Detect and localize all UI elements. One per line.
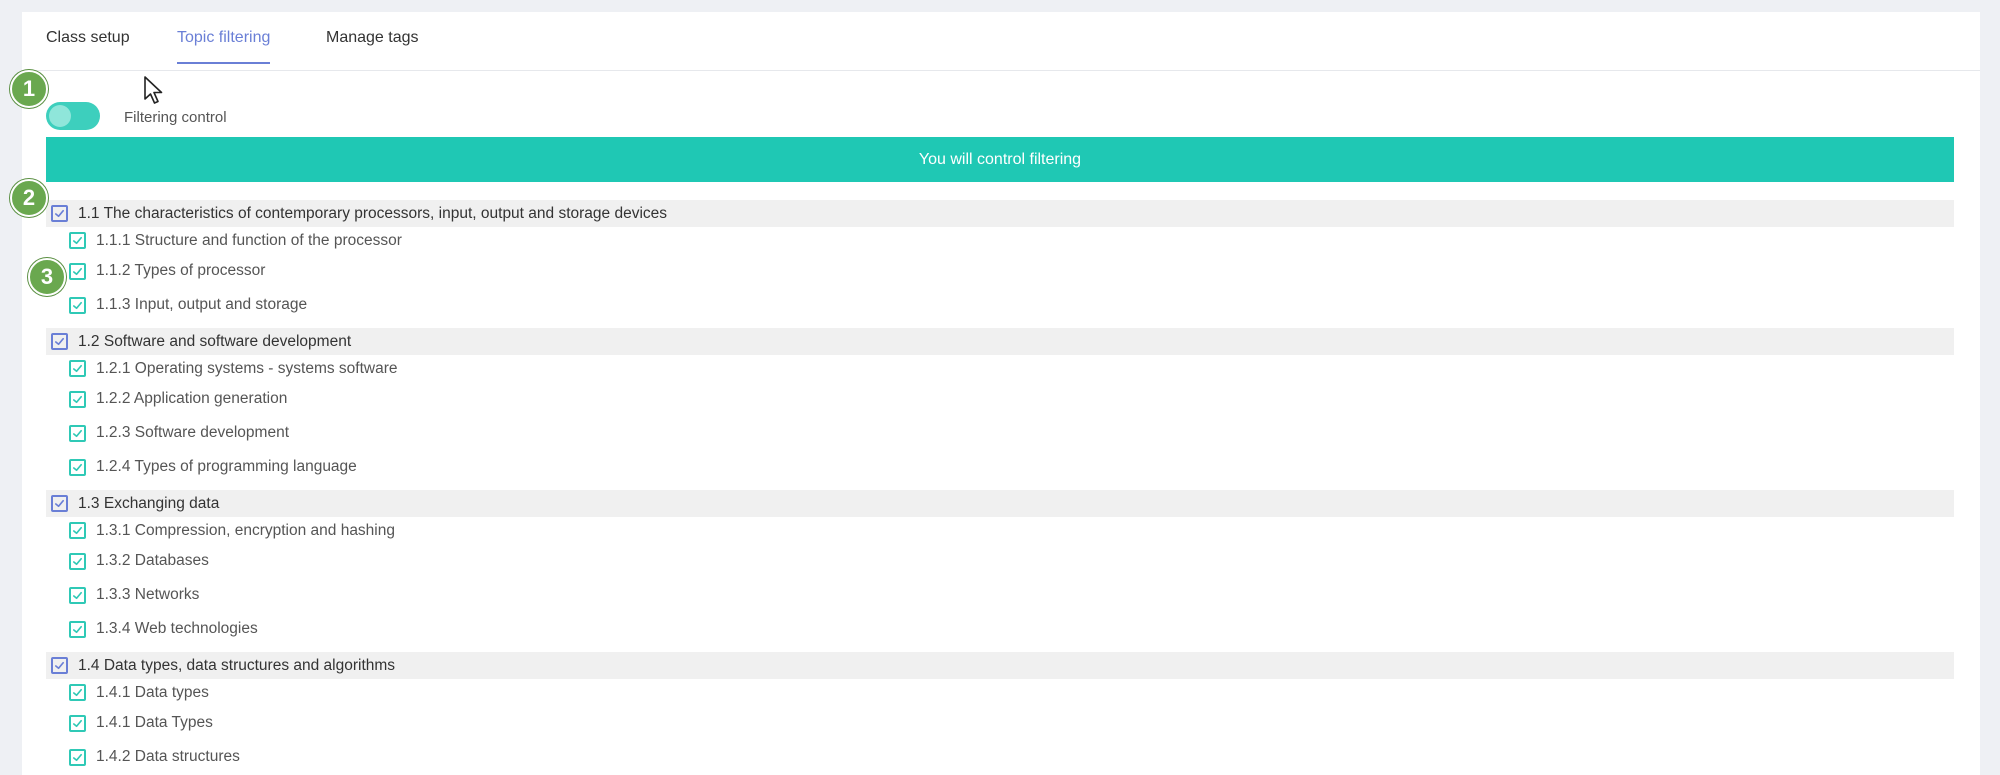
section-checkbox[interactable] — [51, 333, 68, 350]
tab-topic-filtering[interactable]: Topic filtering — [177, 29, 271, 64]
subtopic-label: 1.2.4 Types of programming language — [96, 458, 357, 475]
topic-section[interactable]: 1.4 Data types, data structures and algo… — [46, 652, 1954, 679]
subtopic-label: 1.1.1 Structure and function of the proc… — [96, 231, 402, 249]
tab-manage-tags[interactable]: Manage tags — [326, 29, 419, 62]
topic-section[interactable]: 1.1 The characteristics of contemporary … — [46, 200, 1954, 227]
subtopic-label: 1.3.2 Databases — [96, 552, 209, 569]
subtopic-item[interactable]: 1.2.2 Application generation — [46, 382, 1954, 416]
section-label: 1.1 The characteristics of contemporary … — [78, 204, 668, 222]
subtopic-item[interactable]: 1.3.4 Web technologies — [46, 612, 1954, 646]
subtopic-checkbox[interactable] — [69, 232, 86, 249]
tab-bar: Class setup Topic filtering Manage tags — [22, 12, 1980, 71]
subtopic-checkbox[interactable] — [69, 748, 86, 766]
subtopic-item[interactable]: 1.2.1 Operating systems - systems softwa… — [46, 355, 1954, 382]
subtopic-label: 1.3.4 Web technologies — [96, 620, 258, 637]
step-badge-3: 3 — [28, 258, 66, 296]
section-label: 1.4 Data types, data structures and algo… — [78, 656, 396, 674]
subtopic-item[interactable]: 1.1.3 Input, output and storage — [46, 288, 1954, 322]
tab-class-setup[interactable]: Class setup — [46, 29, 130, 62]
subtopic-checkbox[interactable] — [69, 586, 86, 604]
topic-list: 1.1 The characteristics of contemporary … — [46, 200, 1954, 774]
subtopic-label: 1.2.2 Application generation — [96, 390, 288, 407]
subtopic-label: 1.4.1 Data types — [96, 683, 209, 701]
subtopic-label: 1.4.2 Data structures — [96, 748, 240, 765]
subtopic-label: 1.3.1 Compression, encryption and hashin… — [96, 521, 395, 539]
section-label: 1.2 Software and software development — [78, 332, 352, 350]
subtopic-item[interactable]: 1.3.1 Compression, encryption and hashin… — [46, 517, 1954, 544]
mouse-cursor-icon — [144, 76, 163, 104]
step-badge-2: 2 — [10, 179, 48, 217]
subtopic-item[interactable]: 1.2.4 Types of programming language — [46, 450, 1954, 484]
section-checkbox[interactable] — [51, 495, 68, 512]
topic-filter-panel: Class setup Topic filtering Manage tags … — [22, 12, 1980, 775]
subtopic-checkbox[interactable] — [69, 552, 86, 570]
subtopic-checkbox[interactable] — [69, 522, 86, 539]
subtopic-checkbox[interactable] — [69, 360, 86, 377]
subtopic-label: 1.1.2 Types of processor — [96, 262, 266, 279]
subtopic-item[interactable]: 1.1.1 Structure and function of the proc… — [46, 227, 1954, 254]
subtopic-checkbox[interactable] — [69, 458, 86, 476]
subtopic-checkbox[interactable] — [69, 684, 86, 701]
subtopic-item[interactable]: 1.3.3 Networks — [46, 578, 1954, 612]
topic-section[interactable]: 1.3 Exchanging data — [46, 490, 1954, 517]
subtopic-label: 1.1.3 Input, output and storage — [96, 296, 308, 313]
subtopic-checkbox[interactable] — [69, 714, 86, 732]
subtopic-item[interactable]: 1.3.2 Databases — [46, 544, 1954, 578]
section-checkbox[interactable] — [51, 205, 68, 222]
subtopic-label: 1.2.1 Operating systems - systems softwa… — [96, 359, 398, 377]
subtopic-item[interactable]: 1.4.1 Data Types — [46, 706, 1954, 740]
filtering-status-banner: You will control filtering — [46, 137, 1954, 182]
subtopic-checkbox[interactable] — [69, 620, 86, 638]
subtopic-item[interactable]: 1.1.2 Types of processor — [46, 254, 1954, 288]
section-checkbox[interactable] — [51, 657, 68, 674]
subtopic-item[interactable]: 1.2.3 Software development — [46, 416, 1954, 450]
filtering-control-label: Filtering control — [124, 109, 227, 126]
subtopic-label: 1.4.1 Data Types — [96, 714, 213, 731]
step-badge-1: 1 — [10, 70, 48, 108]
section-label: 1.3 Exchanging data — [78, 494, 220, 512]
filtering-control-toggle[interactable] — [46, 102, 100, 130]
subtopic-item[interactable]: 1.4.1 Data types — [46, 679, 1954, 706]
toggle-knob — [49, 105, 71, 127]
subtopic-label: 1.3.3 Networks — [96, 586, 200, 603]
subtopic-checkbox[interactable] — [69, 296, 86, 314]
subtopic-checkbox[interactable] — [69, 390, 86, 408]
subtopic-checkbox[interactable] — [69, 262, 86, 280]
subtopic-label: 1.2.3 Software development — [96, 424, 290, 441]
subtopic-checkbox[interactable] — [69, 424, 86, 442]
subtopic-item[interactable]: 1.4.2 Data structures — [46, 740, 1954, 774]
topic-section[interactable]: 1.2 Software and software development — [46, 328, 1954, 355]
